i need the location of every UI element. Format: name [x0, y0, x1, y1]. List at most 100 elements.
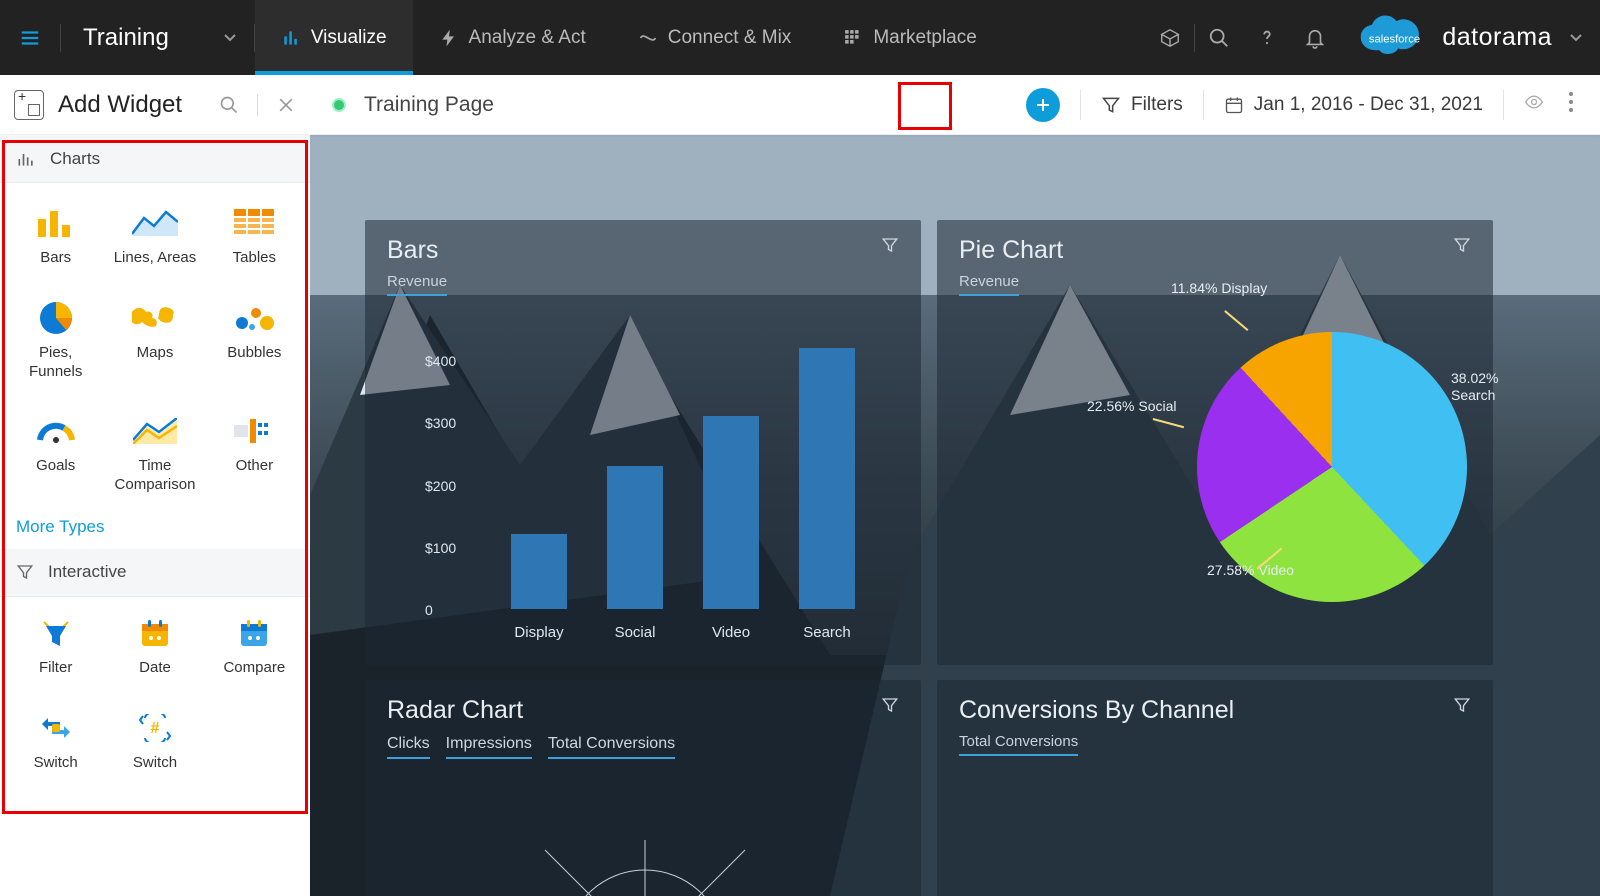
divider — [257, 94, 258, 116]
brand[interactable]: salesforce datorama — [1357, 14, 1582, 62]
brand-text: datorama — [1442, 23, 1552, 52]
card-filter-button[interactable] — [881, 236, 899, 259]
card-conversions[interactable]: Conversions By Channel Total Conversions — [937, 680, 1493, 896]
bars-icon — [36, 209, 76, 237]
section-interactive[interactable]: Interactive — [0, 549, 310, 597]
search-icon[interactable] — [219, 95, 239, 115]
salesforce-cloud-icon: salesforce — [1357, 14, 1432, 62]
charts-grid: Bars Lines, Areas Tables Pies, Funnels M… — [0, 183, 310, 505]
preview-button[interactable] — [1524, 92, 1544, 117]
section-charts[interactable]: Charts — [0, 135, 310, 183]
sidebar-title: Add Widget — [58, 91, 182, 119]
tab-label: Connect & Mix — [668, 27, 792, 49]
widget-tables[interactable]: Tables — [205, 203, 304, 268]
menu-button[interactable] — [0, 0, 60, 75]
connect-icon — [638, 28, 658, 48]
divider — [1203, 90, 1204, 120]
calendar-icon — [1224, 95, 1244, 115]
widget-maps[interactable]: Maps — [105, 298, 204, 382]
widget-label: Maps — [105, 344, 204, 363]
bar — [607, 466, 663, 609]
widget-label: Bubbles — [205, 344, 304, 363]
widget-other[interactable]: Other — [205, 411, 304, 495]
x-label: Video — [686, 624, 776, 641]
bars-icon — [281, 28, 301, 48]
tab-connect[interactable]: Connect & Mix — [612, 0, 818, 75]
more-types[interactable]: More Types — [0, 505, 310, 549]
sub-tab[interactable]: Clicks — [387, 735, 430, 759]
tab-analyze[interactable]: Analyze & Act — [413, 0, 612, 75]
help-icon[interactable] — [1243, 14, 1291, 62]
funnel-icon — [1101, 95, 1121, 115]
tab-label: Visualize — [311, 27, 387, 49]
widget-switch-1[interactable]: Switch — [6, 708, 105, 773]
pie-label-display: 11.84% Display — [1171, 280, 1267, 297]
widget-label: Time Comparison — [105, 457, 204, 495]
chevron-down-icon — [1570, 32, 1582, 44]
widget-goals[interactable]: Goals — [6, 411, 105, 495]
sidebar-header: Add Widget — [0, 75, 310, 135]
page-title[interactable]: Training Page — [364, 93, 494, 117]
leader-line — [1225, 310, 1249, 330]
sub-tab[interactable]: Impressions — [446, 735, 532, 759]
widget-sidebar: Add Widget Charts Bars Lines, Areas Tabl… — [0, 75, 310, 896]
bars-mini-icon — [16, 149, 36, 169]
widget-bars[interactable]: Bars — [6, 203, 105, 268]
nav-tabs: Visualize Analyze & Act Connect & Mix Ma… — [255, 0, 1003, 75]
widget-label: Goals — [6, 457, 105, 476]
widget-compare[interactable]: Compare — [205, 613, 304, 678]
widget-pies[interactable]: Pies, Funnels — [6, 298, 105, 382]
compare-icon — [239, 618, 269, 648]
canvas: Bars Revenue 0$100$200$300$400DisplaySoc… — [310, 135, 1600, 896]
widget-switch-2[interactable]: # Switch — [105, 708, 204, 773]
card-filter-button[interactable] — [1453, 696, 1471, 719]
add-widget-icon — [14, 90, 44, 120]
close-icon[interactable] — [276, 95, 296, 115]
svg-text:#: # — [151, 720, 160, 737]
card-subtitle: Revenue — [387, 273, 447, 296]
nav-right: salesforce datorama — [1146, 0, 1600, 75]
search-icon[interactable] — [1195, 14, 1243, 62]
card-title: Radar Chart — [387, 696, 523, 725]
tab-marketplace[interactable]: Marketplace — [817, 0, 1003, 75]
date-range-button[interactable]: Jan 1, 2016 - Dec 31, 2021 — [1224, 94, 1483, 116]
widget-label: Switch — [105, 754, 204, 773]
card-filter-button[interactable] — [881, 696, 899, 719]
widget-filter[interactable]: Filter — [6, 613, 105, 678]
workspace-selector[interactable]: Training — [61, 24, 254, 52]
card-bars[interactable]: Bars Revenue 0$100$200$300$400DisplaySoc… — [365, 220, 921, 665]
filters-label: Filters — [1131, 94, 1183, 116]
card-subtitle: Total Conversions — [959, 733, 1078, 756]
y-tick: $200 — [425, 478, 456, 494]
pie-plot: 11.84% Display 38.02% Search 22.56% Soci… — [1057, 290, 1463, 645]
card-filter-button[interactable] — [1453, 236, 1471, 259]
widget-time-comparison[interactable]: Time Comparison — [105, 411, 204, 495]
add-page-button[interactable] — [1026, 88, 1060, 122]
bell-icon[interactable] — [1291, 14, 1339, 62]
bar — [703, 416, 759, 609]
more-button[interactable] — [1564, 91, 1578, 118]
widget-bubbles[interactable]: Bubbles — [205, 298, 304, 382]
widget-lines[interactable]: Lines, Areas — [105, 203, 204, 268]
other-icon — [234, 419, 274, 443]
widget-label: Pies, Funnels — [6, 344, 105, 382]
x-label: Display — [494, 624, 584, 641]
more-types-link[interactable]: More Types — [16, 517, 105, 536]
sub-tab[interactable]: Total Conversions — [548, 735, 675, 759]
filters-button[interactable]: Filters — [1101, 94, 1183, 116]
card-radar[interactable]: Radar Chart Clicks Impressions Total Con… — [365, 680, 921, 896]
tab-visualize[interactable]: Visualize — [255, 0, 413, 75]
pie-label-social: 22.56% Social — [1087, 398, 1177, 415]
interactive-grid: Filter Date Compare Switch # Switch — [0, 597, 310, 783]
card-pie[interactable]: Pie Chart Revenue 11.84% Display 38.02% … — [937, 220, 1493, 665]
radar-partial — [485, 840, 805, 896]
box-icon[interactable] — [1146, 14, 1194, 62]
tab-label: Analyze & Act — [469, 27, 586, 49]
divider — [1503, 90, 1504, 120]
widget-date[interactable]: Date — [105, 613, 204, 678]
bar-plot: 0$100$200$300$400DisplaySocialVideoSearc… — [425, 330, 901, 609]
filter-icon — [40, 618, 72, 648]
card-subtitle: Revenue — [959, 273, 1019, 296]
pie-label-video: 27.58% Video — [1207, 562, 1294, 579]
svg-text:salesforce: salesforce — [1369, 33, 1420, 45]
